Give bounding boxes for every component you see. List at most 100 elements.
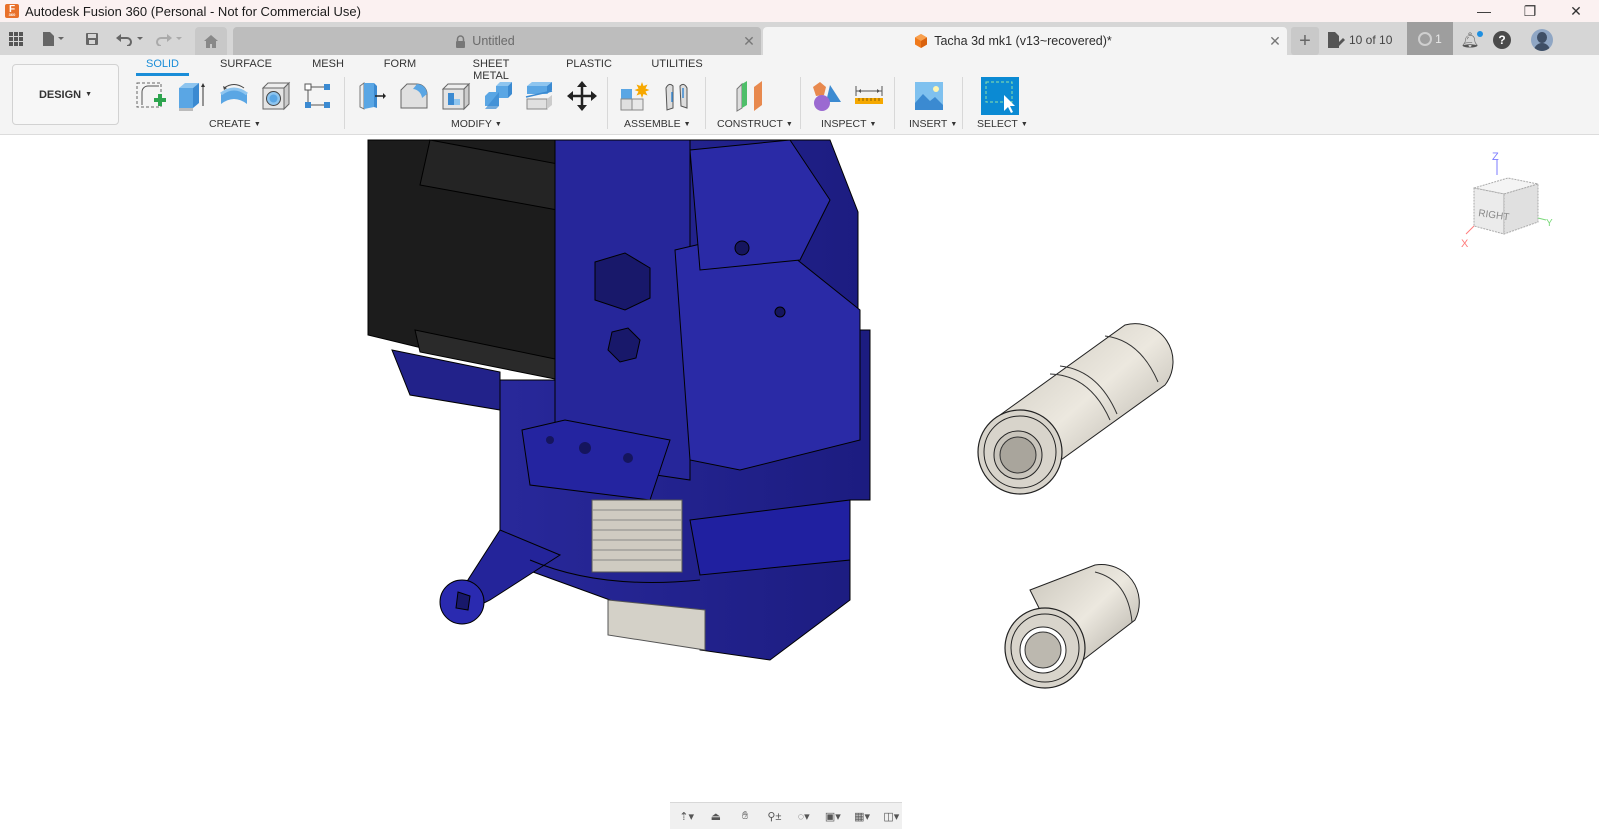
tab-form[interactable]: FORM [383, 58, 417, 70]
look-at-button[interactable]: ⏏ [705, 809, 726, 823]
pattern-icon [304, 83, 330, 108]
tab-untitled[interactable]: Untitled ✕ [233, 27, 761, 55]
help-button[interactable]: ? [1491, 29, 1513, 51]
undo-button[interactable] [114, 28, 146, 50]
lock-icon [456, 34, 466, 48]
select-menu[interactable]: SELECT ▼ [977, 118, 1028, 130]
group-divider [607, 77, 608, 129]
file-icon [43, 32, 64, 46]
linear-bearing-long[interactable] [977, 323, 1174, 495]
offset-plane-button[interactable] [732, 79, 768, 113]
viewports-icon: ◫▾ [883, 810, 900, 823]
measure-button[interactable] [851, 79, 887, 113]
tab-plastic[interactable]: PLASTIC [565, 58, 613, 70]
pan-button[interactable]: ✋︎ [735, 809, 756, 823]
save-button[interactable] [83, 28, 101, 50]
chevron-down-icon: ▼ [785, 120, 793, 128]
tab-utilities[interactable]: UTILITIES [650, 58, 704, 70]
create-sketch-button[interactable] [132, 79, 168, 113]
construct-menu[interactable]: CONSTRUCT ▼ [717, 118, 793, 130]
fillet-button[interactable] [396, 79, 432, 113]
close-tab-button[interactable]: ✕ [737, 33, 761, 50]
title-bar: F 360 Autodesk Fusion 360 (Personal - No… [0, 0, 1599, 22]
extruder-assembly[interactable] [367, 139, 871, 661]
version-count: 10 of 10 [1349, 33, 1393, 47]
inspect-menu[interactable]: INSPECT ▼ [821, 118, 876, 130]
move-copy-button[interactable] [564, 79, 600, 113]
viewports-button[interactable]: ◫▾ [881, 809, 902, 823]
pattern-button[interactable] [300, 79, 336, 113]
chevron-down-icon: ▼ [1020, 120, 1028, 128]
linear-bearing-short[interactable] [1004, 564, 1140, 689]
fillet-icon [400, 83, 428, 109]
user-profile-button[interactable] [1531, 29, 1553, 51]
notifications-button[interactable]: 🔔︎ [1459, 29, 1483, 51]
close-tab-button[interactable]: ✕ [1263, 33, 1287, 50]
new-component-icon [620, 82, 650, 111]
redo-button[interactable] [155, 28, 185, 50]
interference-button[interactable] [809, 79, 845, 113]
apps-grid-button[interactable] [6, 28, 26, 50]
insert-image-button[interactable] [911, 79, 947, 113]
create-menu[interactable]: CREATE ▼ [209, 118, 261, 130]
help-icon: ? [1493, 31, 1511, 49]
group-divider [344, 77, 345, 129]
orbit-icon: ⇡▾ [679, 810, 694, 823]
file-edit-icon [1328, 32, 1345, 48]
axis-y-label: Y [1546, 218, 1553, 229]
redo-icon [156, 34, 182, 46]
window-select-button[interactable] [981, 77, 1019, 115]
chevron-down-icon: ▼ [950, 120, 958, 128]
window-select-icon [985, 81, 1015, 113]
shell-icon [441, 82, 471, 111]
fit-button[interactable]: ◌▾ [793, 809, 814, 823]
split-body-icon [525, 82, 553, 110]
workspace-switcher[interactable]: DESIGN ▼ [12, 64, 119, 125]
modify-menu[interactable]: MODIFY ▼ [451, 118, 502, 130]
combine-button[interactable] [480, 79, 516, 113]
hole-button[interactable] [258, 79, 294, 113]
split-body-button[interactable] [522, 79, 558, 113]
orbit-button[interactable]: ⇡▾ [676, 809, 697, 823]
fusion-logo-icon: F 360 [5, 4, 19, 18]
create-sketch-icon [136, 82, 166, 108]
new-tab-button[interactable]: + [1291, 27, 1319, 55]
home-tab[interactable] [195, 27, 227, 55]
revolve-button[interactable] [216, 79, 252, 113]
grid-settings-button[interactable]: ▦▾ [852, 809, 873, 823]
fit-icon: ◌▾ [797, 810, 810, 823]
file-menu-button[interactable] [38, 28, 68, 50]
version-history-button[interactable]: 10 of 10 [1327, 30, 1392, 50]
new-component-button[interactable] [617, 79, 653, 113]
close-window-button[interactable]: ✕ [1553, 0, 1599, 22]
move-icon [567, 81, 597, 111]
tab-tacha-3d-mk1[interactable]: Tacha 3d mk1 (v13~recovered)* ✕ [763, 27, 1287, 55]
group-divider [962, 77, 963, 129]
job-status-button[interactable]: 1 [1407, 22, 1453, 55]
active-tab-indicator [136, 73, 189, 76]
press-pull-icon [359, 82, 386, 110]
axis-z-label: Z [1492, 151, 1499, 163]
tab-mesh[interactable]: MESH [311, 58, 345, 70]
tab-surface[interactable]: SURFACE [218, 58, 274, 70]
press-pull-button[interactable] [354, 79, 390, 113]
spring [591, 499, 683, 573]
assemble-menu[interactable]: ASSEMBLE ▼ [624, 118, 691, 130]
shell-button[interactable] [438, 79, 474, 113]
view-cube[interactable]: Z X Y RIGHT [1458, 148, 1558, 250]
zoom-button[interactable]: ⚲± [764, 809, 785, 823]
minimize-button[interactable]: — [1461, 0, 1507, 22]
chevron-down-icon: ▼ [683, 120, 691, 128]
tab-solid[interactable]: SOLID [138, 58, 187, 70]
restore-button[interactable]: ❐ [1507, 0, 1553, 22]
look-at-icon: ⏏ [710, 810, 722, 823]
display-settings-button[interactable]: ▣▾ [822, 809, 843, 823]
extrude-button[interactable] [174, 79, 210, 113]
3d-viewport[interactable]: Z X Y RIGHT [0, 136, 1599, 829]
insert-menu[interactable]: INSERT ▼ [909, 118, 957, 130]
extrude-icon [179, 83, 205, 111]
ribbon-toolbar: DESIGN ▼ SOLID SURFACE MESH FORM SHEET M… [0, 55, 1599, 135]
job-count: 1 [1435, 31, 1442, 46]
undo-icon [116, 34, 143, 46]
joint-button[interactable] [659, 79, 695, 113]
